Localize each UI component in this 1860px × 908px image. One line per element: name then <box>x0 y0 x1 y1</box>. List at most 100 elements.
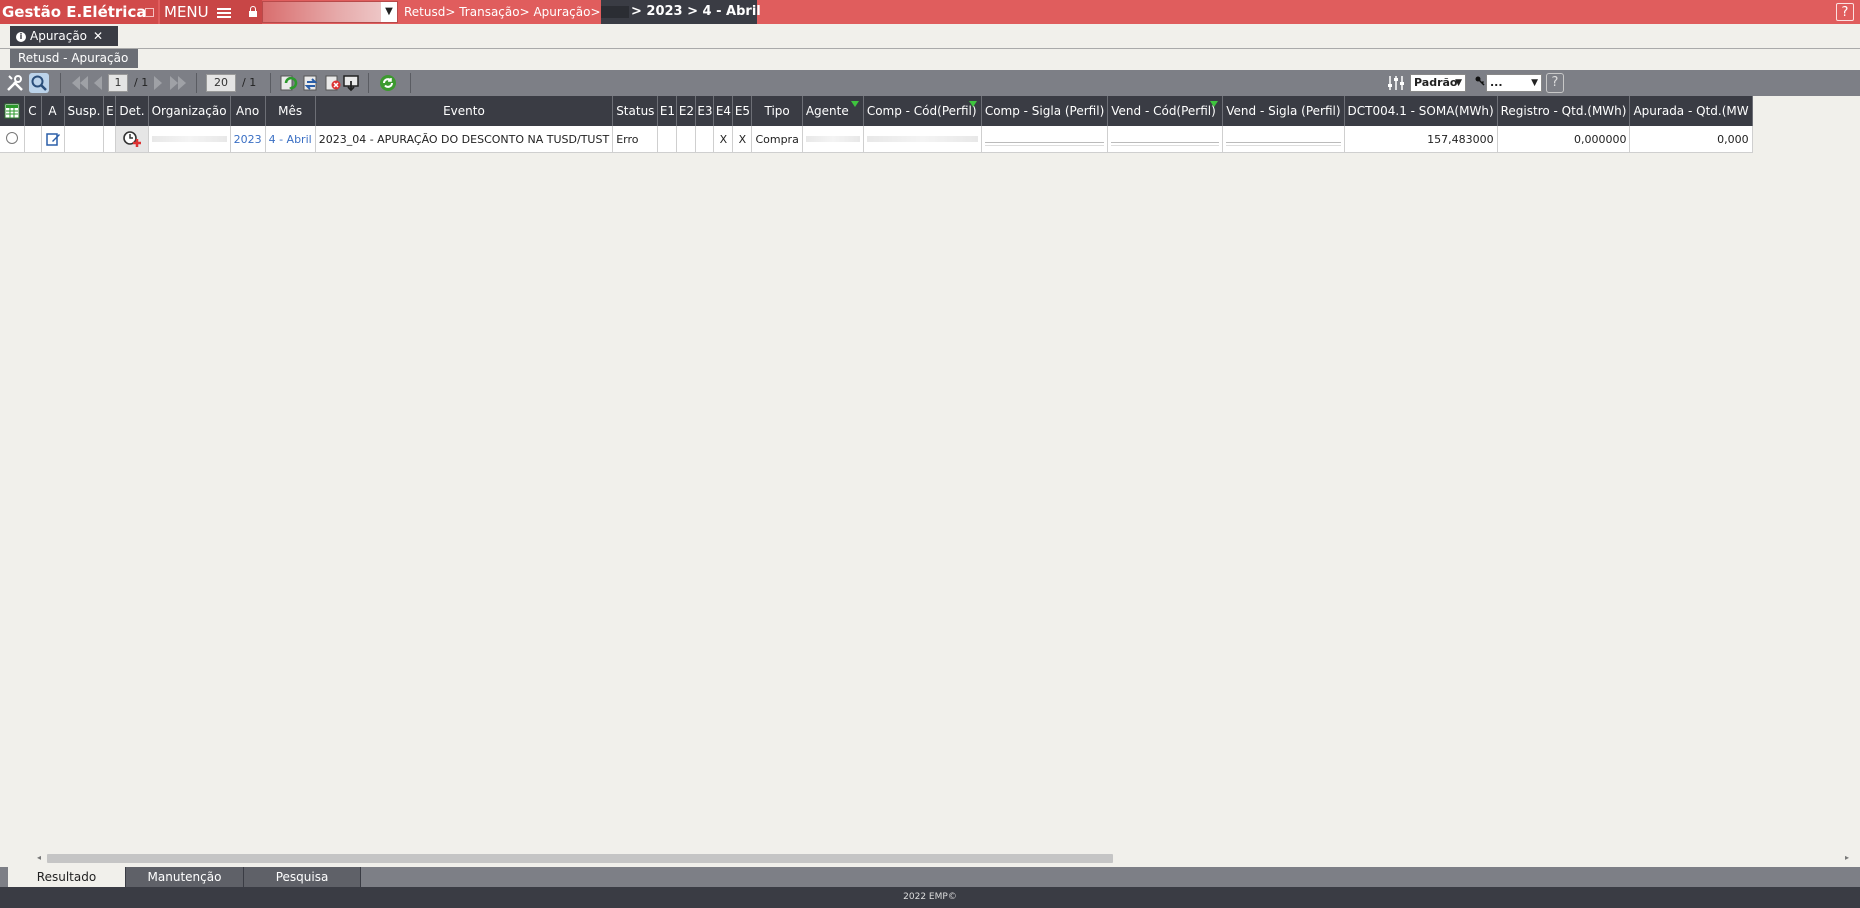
col-vend-cod[interactable]: Vend - Cód(Perfil) <box>1107 96 1224 126</box>
col-comp-sigla[interactable]: Comp - Sigla (Perfil) <box>981 96 1109 126</box>
breadcrumb-period: > 2023 > 4 - Abril <box>601 0 761 24</box>
result-table: C A Susp. E Det. Organização Ano Mês Eve… <box>0 96 1753 153</box>
key-icon <box>1474 73 1486 93</box>
col-e2[interactable]: E2 <box>676 96 697 126</box>
cell-e2 <box>676 126 697 153</box>
result-grid: C A Susp. E Det. Organização Ano Mês Eve… <box>0 96 1860 153</box>
col-status[interactable]: Status <box>612 96 659 126</box>
col-apurada-qtd[interactable]: Apurada - Qtd.(MW <box>1629 96 1753 126</box>
cell-susp <box>64 126 105 153</box>
settings-sliders-icon[interactable] <box>1386 73 1406 93</box>
col-e5[interactable]: E5 <box>732 96 753 126</box>
col-a[interactable]: A <box>41 96 65 126</box>
filter-icon[interactable] <box>850 101 859 107</box>
chevron-down-icon: ▼ <box>1455 78 1462 88</box>
export-icon[interactable] <box>342 73 362 93</box>
help-icon[interactable]: ? <box>1836 3 1854 21</box>
app-title[interactable]: Gestão E.Elétrica <box>0 0 158 24</box>
bottom-tab-bar: Resultado Manutenção Pesquisa <box>0 867 1860 887</box>
chevron-down-icon: ▼ <box>1531 78 1538 88</box>
subtab-retusd-apuracao[interactable]: Retusd - Apuração <box>10 49 138 68</box>
breadcrumb-text: Retusd> Transação> Apuração> <box>404 5 601 19</box>
table-row[interactable]: 2023 4 - Abril 2023_04 - APURAÇÃO DO DES… <box>0 126 1753 153</box>
cell-dct-soma: 157,483000 <box>1344 126 1498 153</box>
col-c[interactable]: C <box>24 96 42 126</box>
sync-icon[interactable] <box>378 73 398 93</box>
footer: 2022 EMP© <box>0 887 1860 908</box>
tab-apuracao[interactable]: i Apuração ✕ <box>10 26 118 46</box>
col-registro-qtd[interactable]: Registro - Qtd.(MWh) <box>1497 96 1631 126</box>
col-ano[interactable]: Ano <box>230 96 266 126</box>
col-agente-label: Agente <box>805 104 849 118</box>
scroll-right-icon[interactable]: ▸ <box>1845 853 1849 862</box>
row-radio[interactable] <box>0 126 25 153</box>
menu-button[interactable]: MENU <box>160 0 244 24</box>
col-e4[interactable]: E4 <box>713 96 734 126</box>
col-susp[interactable]: Susp. <box>64 96 105 126</box>
filter-icon[interactable] <box>1210 101 1219 107</box>
next-page-icon[interactable] <box>154 76 162 90</box>
scrollbar-thumb[interactable] <box>47 854 1113 863</box>
cell-comp-cod <box>863 126 982 153</box>
col-vend-cod-label: Vend - Cód(Perfil) <box>1111 104 1216 118</box>
organization-select[interactable]: ▼ <box>262 1 398 23</box>
col-comp-cod[interactable]: Comp - Cód(Perfil) <box>863 96 982 126</box>
tab-pesquisa[interactable]: Pesquisa <box>244 867 361 887</box>
cell-ano[interactable]: 2023 <box>230 126 266 153</box>
tools-icon[interactable] <box>5 73 25 93</box>
lock-icon[interactable] <box>244 0 262 24</box>
hamburger-icon <box>217 6 232 20</box>
reload-blue-icon[interactable] <box>301 73 321 93</box>
separator <box>410 73 411 93</box>
layout-select[interactable]: Padrão ▼ <box>1410 74 1466 92</box>
page-total: / 1 <box>134 76 149 89</box>
info-icon: i <box>16 31 26 42</box>
col-det[interactable]: Det. <box>115 96 149 126</box>
table-header-row: C A Susp. E Det. Organização Ano Mês Eve… <box>0 96 1753 126</box>
breadcrumb: Retusd> Transação> Apuração> <box>404 0 601 24</box>
col-agente[interactable]: Agente <box>802 96 864 126</box>
redacted-block <box>601 5 629 18</box>
app-title-text: Gestão E.Elétrica <box>2 3 147 21</box>
close-icon[interactable]: ✕ <box>93 29 103 43</box>
top-bar: Gestão E.Elétrica MENU ▼ Retusd> Transaç… <box>0 0 1860 24</box>
tab-manutencao[interactable]: Manutenção <box>126 867 244 887</box>
col-vend-sigla[interactable]: Vend - Sigla (Perfil) <box>1222 96 1345 126</box>
cell-comp-sigla <box>981 126 1109 153</box>
page-size-input[interactable]: 20 <box>206 74 236 92</box>
filter-icon[interactable] <box>968 101 977 107</box>
page-current-input[interactable]: 1 <box>108 74 128 92</box>
scroll-left-icon[interactable]: ◂ <box>37 853 41 862</box>
cell-mes[interactable]: 4 - Abril <box>265 126 316 153</box>
col-dct-soma[interactable]: DCT004.1 - SOMA(MWh) <box>1344 96 1498 126</box>
filter-select[interactable]: ... ▼ <box>1486 74 1542 92</box>
filter-select-value: ... <box>1490 76 1503 89</box>
horizontal-scrollbar[interactable]: ◂ ▸ <box>0 850 1860 866</box>
select-all-icon[interactable] <box>0 96 25 126</box>
delete-document-icon[interactable] <box>323 73 343 93</box>
col-organizacao[interactable]: Organização <box>148 96 231 126</box>
col-mes[interactable]: Mês <box>265 96 316 126</box>
col-e1[interactable]: E1 <box>657 96 678 126</box>
refresh-green-icon[interactable] <box>278 73 298 93</box>
cell-evento: 2023_04 - APURAÇÃO DO DESCONTO NA TUSD/T… <box>315 126 614 153</box>
col-tipo[interactable]: Tipo <box>751 96 803 126</box>
separator <box>196 73 197 93</box>
edit-icon[interactable] <box>41 126 65 153</box>
breadcrumb-period-text: > 2023 > 4 - Abril <box>631 4 761 19</box>
cell-e1 <box>657 126 678 153</box>
prev-page-icon[interactable] <box>94 76 102 90</box>
separator <box>368 73 369 93</box>
help-icon[interactable]: ? <box>1546 73 1564 93</box>
col-e[interactable]: E <box>103 96 117 126</box>
col-e3[interactable]: E3 <box>695 96 715 126</box>
col-evento[interactable]: Evento <box>315 96 614 126</box>
cell-apurada-qtd: 0,000 <box>1629 126 1753 153</box>
tab-strip: i Apuração ✕ <box>0 24 1860 49</box>
layout-select-value: Padrão <box>1414 76 1458 89</box>
cell-organizacao <box>148 126 231 153</box>
search-icon[interactable] <box>29 73 49 93</box>
detail-icon[interactable] <box>115 126 149 153</box>
tab-resultado[interactable]: Resultado <box>8 867 126 887</box>
cell-tipo: Compra <box>751 126 803 153</box>
